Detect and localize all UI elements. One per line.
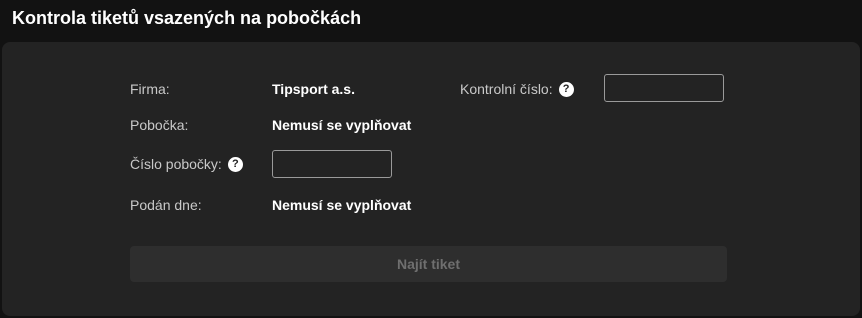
- kontrolni-cislo-input[interactable]: [604, 74, 724, 102]
- cislo-pobocky-input[interactable]: [272, 150, 392, 178]
- pobocka-value: Nemusí se vyplňovat: [272, 117, 412, 133]
- firma-label: Firma:: [130, 80, 170, 98]
- page: Kontrola tiketů vsazených na pobočkách F…: [0, 0, 862, 318]
- podan-dne-value: Nemusí se vyplňovat: [272, 197, 412, 213]
- find-ticket-button[interactable]: Najít tiket: [130, 246, 727, 282]
- firma-value: Tipsport a.s.: [272, 81, 355, 97]
- cislo-pobocky-label: Číslo pobočky: ?: [130, 155, 243, 173]
- ticket-check-form: Firma: Tipsport a.s. Kontrolní číslo: ? …: [2, 42, 860, 316]
- kontrolni-cislo-label-text: Kontrolní číslo:: [460, 81, 553, 97]
- cislo-pobocky-label-text: Číslo pobočky:: [130, 156, 222, 172]
- podan-dne-label: Podán dne:: [130, 196, 202, 214]
- pobocka-label: Pobočka:: [130, 116, 188, 134]
- page-title: Kontrola tiketů vsazených na pobočkách: [12, 8, 362, 28]
- kontrolni-cislo-help-icon[interactable]: ?: [558, 81, 574, 97]
- pobocka-label-text: Pobočka:: [130, 117, 189, 133]
- podan-dne-label-text: Podán dne:: [130, 197, 202, 213]
- cislo-pobocky-help-icon[interactable]: ?: [227, 156, 243, 172]
- firma-label-text: Firma:: [130, 81, 170, 97]
- kontrolni-cislo-label: Kontrolní číslo: ?: [460, 80, 574, 98]
